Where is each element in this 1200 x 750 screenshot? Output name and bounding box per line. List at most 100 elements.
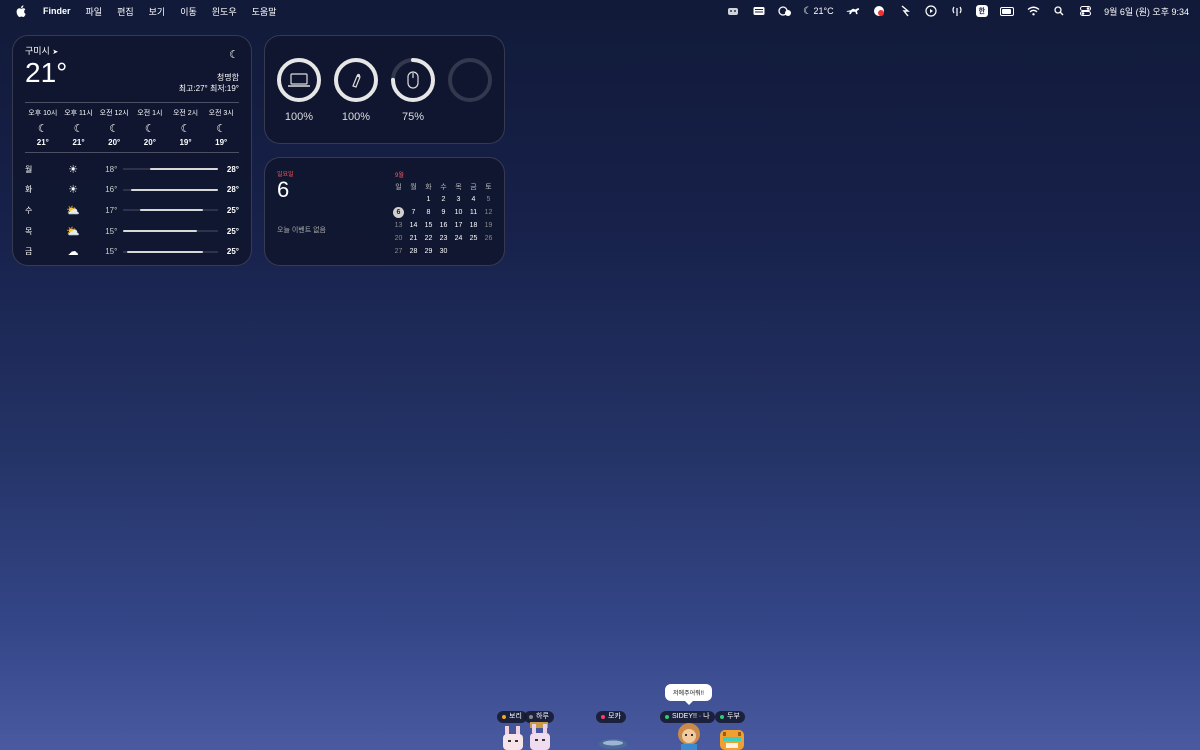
pet-bunny-hat[interactable]: [527, 722, 553, 750]
battery-percent: 100%: [341, 111, 371, 123]
antenna-icon[interactable]: [950, 4, 964, 18]
apple-logo-icon[interactable]: [14, 4, 28, 18]
search-icon[interactable]: [1052, 4, 1066, 18]
day-low: 18°: [105, 164, 118, 174]
menu-datetime[interactable]: 9월 6일 (원) 오후 9:34: [1104, 5, 1189, 18]
pet-label[interactable]: 모카: [596, 711, 626, 723]
mouse-icon: [407, 71, 419, 89]
calendar-date[interactable]: 25: [466, 232, 481, 245]
pet-app-icon[interactable]: [726, 4, 740, 18]
menu-go[interactable]: 이동: [180, 5, 197, 18]
menu-window[interactable]: 윈도우: [212, 5, 237, 18]
pet-label[interactable]: 두부: [715, 711, 745, 723]
menu-help[interactable]: 도움말: [252, 5, 277, 18]
record-icon[interactable]: [872, 4, 886, 18]
calendar-date[interactable]: 15: [421, 219, 436, 232]
calendar-date[interactable]: 17: [451, 219, 466, 232]
battery-ring: [334, 58, 378, 102]
calendar-date[interactable]: 28: [406, 245, 421, 258]
calendar-date[interactable]: 9: [436, 206, 451, 219]
calendar-month: 9월: [395, 173, 404, 179]
calendar-date[interactable]: 24: [451, 232, 466, 245]
partly-cloudy-icon: ⛅: [66, 204, 80, 217]
calendar-date[interactable]: 3: [451, 193, 466, 206]
pet-name: SIDEY!! · 나: [672, 713, 710, 720]
calendar-date[interactable]: 18: [466, 219, 481, 232]
pet-monkey[interactable]: [673, 722, 705, 750]
pet-bunny[interactable]: [500, 726, 526, 750]
calendar-date[interactable]: 5: [481, 193, 496, 206]
bolt-icon[interactable]: [898, 4, 912, 18]
vpn-icon[interactable]: [777, 4, 792, 18]
weather-status[interactable]: ☾ 21°C: [803, 4, 834, 18]
moon-icon: ☾: [180, 123, 191, 135]
calendar-date[interactable]: 4: [466, 193, 481, 206]
keyboard-icon[interactable]: [752, 4, 766, 18]
menu-edit[interactable]: 편집: [117, 5, 134, 18]
calendar-date[interactable]: 13: [391, 219, 406, 232]
hour-time: 오전 1시: [137, 110, 163, 117]
calendar-date[interactable]: 22: [421, 232, 436, 245]
calendar-date[interactable]: 11: [466, 206, 481, 219]
calendar-date[interactable]: 27: [391, 245, 406, 258]
menu-file[interactable]: 파일: [86, 5, 103, 18]
calendar-date[interactable]: 26: [481, 232, 496, 245]
pet-name: 보리: [509, 713, 522, 720]
calendar-date: [391, 193, 406, 206]
hour-time: 오전 12시: [99, 110, 129, 117]
battery-icon[interactable]: [1000, 4, 1015, 18]
control-center-icon[interactable]: [1078, 4, 1092, 18]
hourly-item: 오전 12시 ☾ 20°: [96, 108, 132, 147]
hour-temp: 19°: [215, 138, 228, 147]
calendar-date[interactable]: 12: [481, 206, 496, 219]
calendar-date[interactable]: 2: [436, 193, 451, 206]
calendar-no-events: 오늘 이벤트 없음: [277, 227, 326, 234]
weather-condition: 청명함: [216, 73, 239, 82]
hour-time: 오전 3시: [208, 110, 234, 117]
calendar-date[interactable]: 19: [481, 219, 496, 232]
play-circle-icon[interactable]: [924, 4, 938, 18]
wifi-icon[interactable]: [1026, 4, 1040, 18]
calendar-date[interactable]: 7: [406, 206, 421, 219]
calendar-date[interactable]: 29: [421, 245, 436, 258]
calendar-date-today[interactable]: 6: [393, 207, 404, 218]
pet-label[interactable]: 보리: [497, 711, 527, 723]
pet-bowl[interactable]: [598, 738, 628, 750]
temp-range-fill: [149, 168, 218, 171]
calendar-date[interactable]: 10: [451, 206, 466, 219]
hour-temp: 21°: [36, 138, 49, 147]
menu-view[interactable]: 보기: [149, 5, 166, 18]
pet-name: 하루: [536, 713, 549, 720]
calendar-date: [406, 193, 421, 206]
day-low: 17°: [105, 205, 118, 215]
weather-status-temp: 21°C: [813, 6, 834, 16]
calendar-date[interactable]: 21: [406, 232, 421, 245]
calendar-grid: 일 월 화 수 목 금 토 1 2 3 4 5 6 7 8 9 10 11 12 13 14 15 16 17 18 19 20 21…: [391, 180, 496, 258]
pet-tiger[interactable]: [717, 728, 747, 750]
battery-item-laptop: 100%: [276, 57, 322, 123]
calendar-date[interactable]: 1: [421, 193, 436, 206]
battery-widget[interactable]: 100% 100% 75%: [264, 35, 505, 144]
daily-row: 수 ⛅ 17° 25°: [25, 200, 239, 221]
calendar-date[interactable]: 30: [436, 245, 451, 258]
calendar-date[interactable]: 20: [391, 232, 406, 245]
dog-icon[interactable]: [846, 4, 860, 18]
calendar-weekday-header: 금: [470, 183, 477, 191]
temp-range-bar: [123, 250, 218, 253]
status-dot: [601, 715, 605, 719]
calendar-weekday-header: 월: [410, 183, 417, 191]
day-high: 25°: [226, 226, 239, 236]
day-low: 15°: [105, 247, 118, 257]
moon-icon: ☾: [144, 123, 155, 135]
calendar-date[interactable]: 14: [406, 219, 421, 232]
moon-icon: ☾: [73, 123, 84, 135]
menu-app-name[interactable]: Finder: [43, 6, 71, 16]
calendar-date[interactable]: 8: [421, 206, 436, 219]
location-arrow-icon: ➤: [52, 49, 59, 56]
calendar-date[interactable]: 16: [436, 219, 451, 232]
calendar-date[interactable]: 23: [436, 232, 451, 245]
input-method-indicator[interactable]: 한: [975, 5, 989, 17]
calendar-widget[interactable]: 일요일 6 오늘 이벤트 없음 9월 일 월 화 수 목 금 토 1 2 3 4 5 6 7 8 9 10 11 1…: [264, 157, 505, 266]
daily-row: 금 ☁ 15° 25°: [25, 241, 239, 262]
weather-widget[interactable]: 구미시 ➤ 21° ☾ 청명함 최고:27° 최저:19° 오후 10시 ☾ 21°…: [12, 35, 252, 266]
